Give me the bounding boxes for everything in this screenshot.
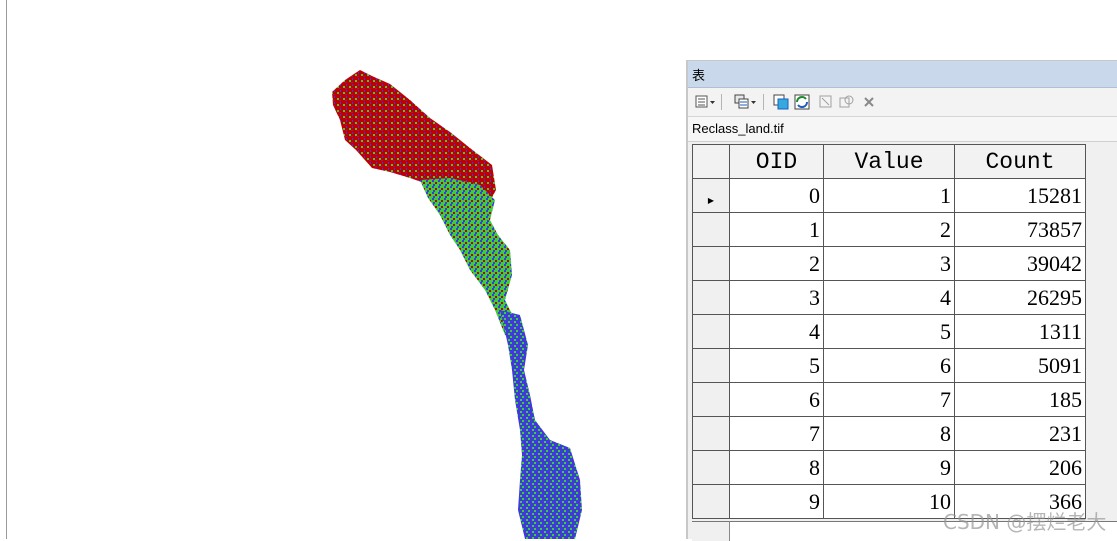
delete-selected-icon	[864, 97, 874, 107]
table-name: Reclass_land.tif	[692, 121, 784, 136]
cell-oid[interactable]: 6	[729, 382, 824, 417]
clear-selection-button[interactable]	[819, 93, 833, 111]
related-tables-button[interactable]	[734, 93, 758, 111]
column-header-count[interactable]: Count	[954, 144, 1086, 179]
toolbar-separator	[721, 94, 722, 110]
attribute-table: OID Value Count ▶ 0 1 15281 1 2 73857 2 …	[692, 144, 1086, 519]
header-row-selector[interactable]	[692, 144, 730, 179]
row-selector[interactable]	[692, 484, 730, 519]
cell-count[interactable]: 73857	[954, 212, 1086, 247]
cell-value[interactable]: 9	[823, 450, 955, 485]
cell-oid[interactable]: 3	[729, 280, 824, 315]
row-selector[interactable]	[692, 212, 730, 247]
cell-value[interactable]: 4	[823, 280, 955, 315]
cell-count[interactable]: 1311	[954, 314, 1086, 349]
table-row[interactable]: 1 2 73857	[692, 212, 1086, 247]
table-tab[interactable]: Reclass_land.tif	[688, 117, 1117, 142]
cell-count[interactable]: 206	[954, 450, 1086, 485]
table-options-button[interactable]	[695, 93, 717, 111]
delete-selected-button[interactable]	[862, 93, 876, 111]
row-selector[interactable]	[692, 416, 730, 451]
cell-value[interactable]: 3	[823, 246, 955, 281]
row-selector[interactable]	[692, 348, 730, 383]
zoom-to-selected-button[interactable]	[839, 93, 855, 111]
cell-oid[interactable]: 2	[729, 246, 824, 281]
cell-oid[interactable]: 9	[729, 484, 824, 519]
table-row[interactable]: 2 3 39042	[692, 246, 1086, 281]
cell-oid[interactable]: 1	[729, 212, 824, 247]
table-row[interactable]: ▶ 0 1 15281	[692, 178, 1086, 213]
cell-oid[interactable]: 4	[729, 314, 824, 349]
cell-oid[interactable]: 5	[729, 348, 824, 383]
window-titlebar[interactable]: 表	[688, 61, 1117, 88]
cell-count[interactable]: 5091	[954, 348, 1086, 383]
cell-oid[interactable]: 7	[729, 416, 824, 451]
cell-value[interactable]: 6	[823, 348, 955, 383]
cell-count[interactable]: 15281	[954, 178, 1086, 213]
window-title: 表	[692, 69, 706, 84]
map-view[interactable]	[0, 0, 686, 539]
cell-value[interactable]: 7	[823, 382, 955, 417]
row-selector[interactable]	[692, 246, 730, 281]
row-selector[interactable]	[692, 314, 730, 349]
table-toolbar	[688, 88, 1117, 117]
current-row-arrow-icon: ▶	[707, 195, 715, 205]
row-selector[interactable]	[692, 280, 730, 315]
cell-count[interactable]: 185	[954, 382, 1086, 417]
table-row[interactable]: 8 9 206	[692, 450, 1086, 485]
cell-count[interactable]: 26295	[954, 280, 1086, 315]
table-row[interactable]: 7 8 231	[692, 416, 1086, 451]
zoom-to-selected-icon	[839, 95, 854, 108]
cell-value[interactable]: 8	[823, 416, 955, 451]
raster-layer	[332, 70, 582, 539]
table-window[interactable]: 表 Reclass_land.tif OID Value Count ▶ 0 1…	[686, 60, 1117, 541]
table-row[interactable]: 3 4 26295	[692, 280, 1086, 315]
row-selector[interactable]: ▶	[692, 178, 730, 213]
table-header-row: OID Value Count	[692, 144, 1086, 179]
cell-value[interactable]: 10	[823, 484, 955, 519]
related-tables-icon	[734, 94, 756, 109]
column-header-oid[interactable]: OID	[729, 144, 824, 179]
watermark: CSDN @摆烂老大	[943, 510, 1107, 534]
row-selector[interactable]	[692, 450, 730, 485]
cell-count[interactable]: 39042	[954, 246, 1086, 281]
cell-value[interactable]: 5	[823, 314, 955, 349]
cell-count[interactable]: 231	[954, 416, 1086, 451]
switch-selection-icon	[794, 94, 810, 110]
cell-oid[interactable]: 0	[729, 178, 824, 213]
row-selector[interactable]	[692, 382, 730, 417]
switch-selection-button[interactable]	[794, 93, 810, 111]
table-row[interactable]: 4 5 1311	[692, 314, 1086, 349]
column-header-value[interactable]: Value	[823, 144, 955, 179]
table-options-icon	[695, 95, 715, 108]
cell-value[interactable]: 2	[823, 212, 955, 247]
toolbar-separator	[763, 94, 764, 110]
table-empty-selector-area	[692, 521, 730, 541]
cell-oid[interactable]: 8	[729, 450, 824, 485]
select-by-attributes-icon	[773, 94, 789, 110]
select-by-attributes-button[interactable]	[773, 93, 789, 111]
cell-value[interactable]: 1	[823, 178, 955, 213]
clear-selection-icon	[819, 95, 832, 108]
table-row[interactable]: 6 7 185	[692, 382, 1086, 417]
table-row[interactable]: 5 6 5091	[692, 348, 1086, 383]
raster-region-south	[500, 310, 582, 539]
